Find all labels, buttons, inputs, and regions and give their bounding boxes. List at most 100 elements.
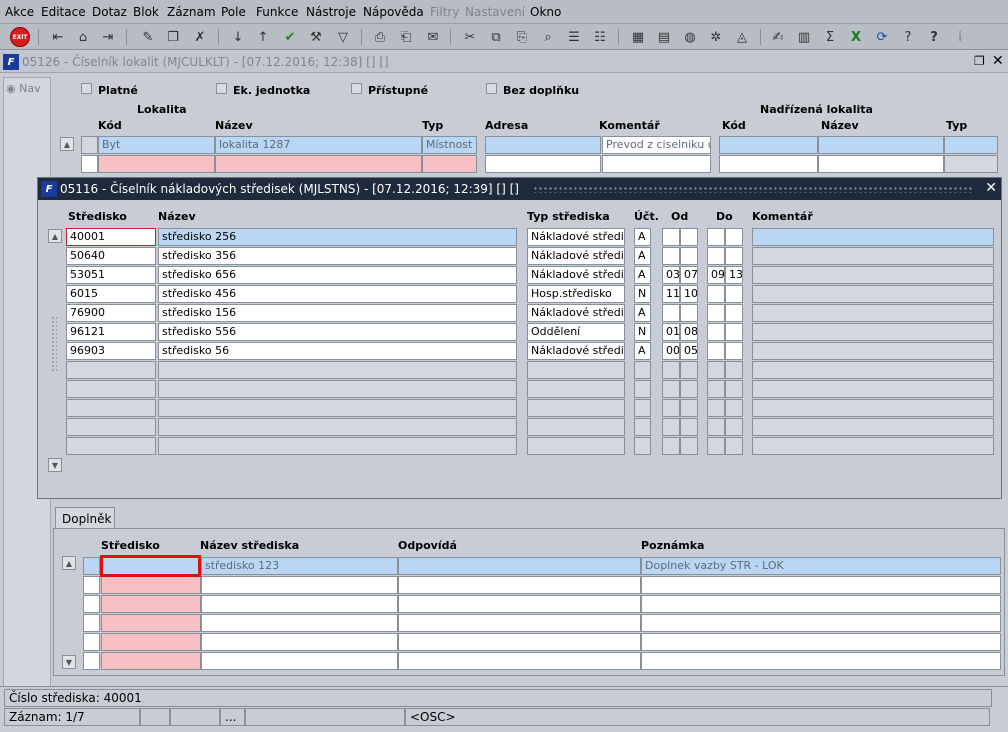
komentar-field[interactable]: [752, 399, 994, 417]
record-indicator[interactable]: [83, 557, 100, 575]
doplnek-nazev-field[interactable]: [201, 652, 398, 670]
do-field[interactable]: [707, 285, 725, 303]
wrench-icon[interactable]: ⚒: [306, 27, 326, 47]
save-icon[interactable]: ⌂: [73, 27, 93, 47]
doplnek-poznamka-field[interactable]: [641, 595, 1001, 613]
doplnek-odpovida-field[interactable]: [398, 595, 641, 613]
record-indicator[interactable]: [83, 633, 100, 651]
nav-radio[interactable]: ◉ Nav: [6, 82, 41, 95]
record-indicator[interactable]: [83, 595, 100, 613]
typ-strediska-field[interactable]: Hosp.středisko: [527, 285, 625, 303]
typ-strediska-field[interactable]: Nákladové středisk: [527, 266, 625, 284]
cut-icon[interactable]: ✂: [460, 27, 480, 47]
settings-icon[interactable]: ✲: [706, 27, 726, 47]
help-icon[interactable]: ?: [898, 27, 918, 47]
doplnek-poznamka-field[interactable]: [641, 576, 1001, 594]
do-field[interactable]: [707, 399, 725, 417]
scroll-down-icon[interactable]: ▼: [62, 655, 76, 669]
record-indicator[interactable]: [81, 136, 98, 154]
list-icon[interactable]: ☰: [564, 27, 584, 47]
record-indicator[interactable]: [81, 155, 98, 173]
first-record-icon[interactable]: ⇤: [48, 27, 68, 47]
stredisko-field[interactable]: 40001: [66, 228, 156, 246]
doplnek-nazev-field[interactable]: [201, 576, 398, 594]
nadrizena-typ-field[interactable]: [944, 136, 998, 154]
refresh-icon[interactable]: ⟳: [872, 27, 892, 47]
close-icon[interactable]: ✕: [992, 53, 1004, 69]
scroll-up-icon[interactable]: ▲: [60, 137, 74, 151]
od-field[interactable]: [662, 418, 680, 436]
doplnek-poznamka-field[interactable]: [641, 614, 1001, 632]
menu-nastaveni[interactable]: Nastavení: [465, 5, 525, 19]
stredisko-field[interactable]: [66, 380, 156, 398]
do-field[interactable]: [707, 304, 725, 322]
od-field[interactable]: [662, 304, 680, 322]
doplnek-odpovida-field[interactable]: [398, 614, 641, 632]
nazev-field[interactable]: [158, 380, 517, 398]
od-field[interactable]: [680, 361, 698, 379]
do-field[interactable]: [725, 380, 743, 398]
doplnek-poznamka-field[interactable]: Doplnek vazby STR - LOK: [641, 557, 1001, 575]
do-field[interactable]: [725, 228, 743, 246]
menu-napoveda[interactable]: Nápověda: [363, 5, 424, 19]
doplnek-stredisko-field[interactable]: [101, 576, 201, 594]
doplnek-nazev-field[interactable]: [201, 633, 398, 651]
uct-field[interactable]: A: [634, 342, 651, 360]
nadrizena-kod-field[interactable]: [719, 155, 818, 173]
doplnek-stredisko-field[interactable]: [101, 633, 201, 651]
nazev-field[interactable]: středisko 356: [158, 247, 517, 265]
komentar-field[interactable]: [752, 323, 994, 341]
od-field[interactable]: [662, 437, 680, 455]
sort-desc-icon[interactable]: ↑: [253, 27, 273, 47]
do-field[interactable]: [725, 399, 743, 417]
help-context-icon[interactable]: ?: [924, 27, 944, 47]
doplnek-odpovida-field[interactable]: [398, 576, 641, 594]
menu-akce[interactable]: Akce: [5, 5, 34, 19]
stredisko-field[interactable]: [66, 418, 156, 436]
menu-zaznam[interactable]: Záznam: [167, 5, 216, 19]
do-field[interactable]: [725, 285, 743, 303]
od-field[interactable]: [680, 228, 698, 246]
menu-funkce[interactable]: Funkce: [256, 5, 298, 19]
info-icon[interactable]: i: [950, 27, 970, 47]
typ-strediska-field[interactable]: [527, 380, 625, 398]
doplnek-stredisko-field[interactable]: [101, 652, 201, 670]
lokalita-typ-field[interactable]: Místnost: [422, 136, 477, 154]
od-field[interactable]: [662, 380, 680, 398]
uct-field[interactable]: A: [634, 304, 651, 322]
od-field[interactable]: 08: [680, 323, 698, 341]
od-field[interactable]: 11: [662, 285, 680, 303]
filter-icon[interactable]: ▽: [333, 27, 353, 47]
nazev-field[interactable]: středisko 56: [158, 342, 517, 360]
edit-icon[interactable]: ✍: [768, 27, 788, 47]
record-indicator[interactable]: [83, 652, 100, 670]
typ-strediska-field[interactable]: [527, 361, 625, 379]
lokalita-kod-field[interactable]: [98, 155, 215, 173]
nadrizena-kod-field[interactable]: [719, 136, 818, 154]
stredisko-field[interactable]: 50640: [66, 247, 156, 265]
do-field[interactable]: [707, 437, 725, 455]
uct-field[interactable]: A: [634, 228, 651, 246]
print-preview-icon[interactable]: ⎗: [396, 27, 416, 47]
uct-field[interactable]: [634, 437, 651, 455]
nazev-field[interactable]: [158, 418, 517, 436]
doplnek-odpovida-field[interactable]: [398, 633, 641, 651]
typ-strediska-field[interactable]: [527, 418, 625, 436]
globe-icon[interactable]: ◍: [680, 27, 700, 47]
doplnek-stredisko-field[interactable]: [101, 614, 201, 632]
do-field[interactable]: [725, 437, 743, 455]
document-icon[interactable]: ▤: [654, 27, 674, 47]
menu-filtry[interactable]: Filtry: [430, 5, 459, 19]
nazev-field[interactable]: středisko 656: [158, 266, 517, 284]
insert-record-icon[interactable]: ✎: [138, 27, 158, 47]
do-field[interactable]: [707, 418, 725, 436]
scroll-grip[interactable]: [51, 316, 57, 371]
uct-field[interactable]: A: [634, 266, 651, 284]
scroll-up-icon[interactable]: ▲: [62, 556, 76, 570]
do-field[interactable]: 13: [725, 266, 743, 284]
search-icon[interactable]: ⌕: [538, 27, 558, 47]
od-field[interactable]: 01: [662, 323, 680, 341]
komentar-field[interactable]: [752, 266, 994, 284]
platne-checkbox[interactable]: [81, 83, 92, 94]
nazev-field[interactable]: [158, 437, 517, 455]
